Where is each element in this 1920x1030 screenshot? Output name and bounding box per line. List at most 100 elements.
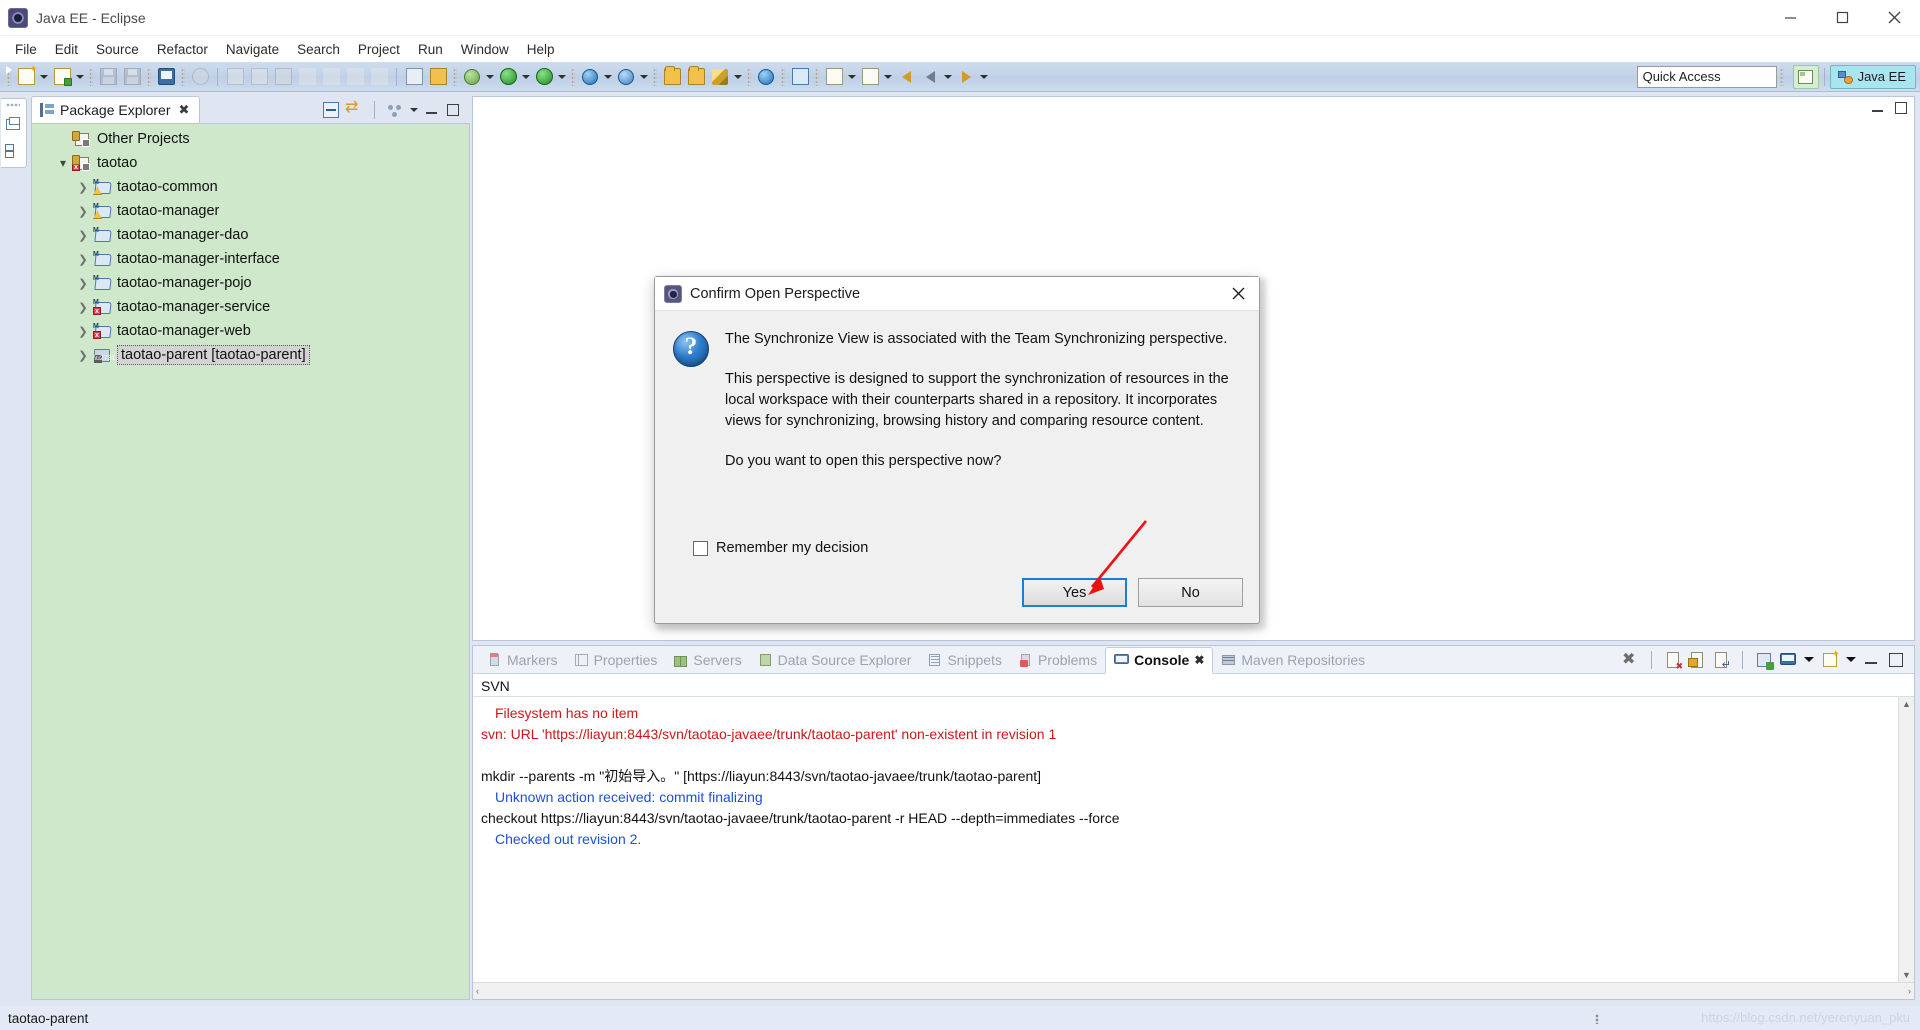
- restore-icon[interactable]: [5, 117, 21, 133]
- previous-annotation-arrow-icon[interactable]: [882, 66, 894, 88]
- toolbar-grip-7[interactable]: [653, 67, 657, 86]
- tab-properties[interactable]: Properties: [566, 646, 666, 673]
- twisty-icon[interactable]: [74, 271, 92, 295]
- new-web-project-arrow-icon[interactable]: [602, 66, 614, 88]
- tab-markers[interactable]: Markers: [479, 646, 566, 673]
- package-explorer-icon[interactable]: [5, 143, 21, 159]
- terminate-icon[interactable]: [272, 66, 294, 88]
- skip-breakpoints-icon[interactable]: [189, 66, 211, 88]
- menu-run[interactable]: Run: [409, 39, 452, 60]
- perspective-tab-java-ee[interactable]: Java EE: [1829, 64, 1916, 89]
- yes-button[interactable]: Yes: [1022, 578, 1127, 607]
- new-wizard-icon[interactable]: [15, 64, 38, 88]
- new-wizard-dropdown-arrow-icon[interactable]: [38, 66, 50, 88]
- minimize-icon[interactable]: [425, 103, 439, 117]
- menu-project[interactable]: Project: [349, 39, 409, 60]
- previous-annotation-icon[interactable]: [859, 66, 881, 88]
- twisty-icon[interactable]: [74, 319, 92, 343]
- tree-row[interactable]: M taotao-manager-dao: [32, 223, 469, 247]
- open-type-icon[interactable]: [661, 66, 683, 88]
- tree-row[interactable]: Other Projects: [32, 127, 469, 151]
- scroll-down-icon[interactable]: ▼: [1902, 970, 1911, 980]
- minimize-icon[interactable]: [1864, 652, 1880, 668]
- twisty-icon[interactable]: [74, 247, 92, 271]
- search-icon[interactable]: [709, 66, 731, 88]
- step-return-icon[interactable]: [368, 66, 390, 88]
- toolbar-grip-5[interactable]: [453, 67, 457, 86]
- maximize-icon[interactable]: [1888, 652, 1904, 668]
- collapse-all-icon[interactable]: [323, 101, 339, 118]
- scroll-up-icon[interactable]: ▲: [1902, 699, 1911, 709]
- no-button[interactable]: No: [1138, 578, 1243, 607]
- toolbar-grip-8[interactable]: [747, 67, 751, 86]
- forward-icon[interactable]: [955, 66, 977, 88]
- twisty-icon[interactable]: [74, 175, 92, 199]
- toolbar-grip-9[interactable]: [781, 67, 785, 86]
- forward-dropdown-arrow-icon[interactable]: [978, 66, 990, 88]
- view-menu-arrow-icon[interactable]: [410, 108, 418, 112]
- new-file-dropdown-arrow-icon[interactable]: [74, 66, 86, 88]
- tab-problems[interactable]: Problems: [1010, 646, 1105, 673]
- close-icon[interactable]: ✖: [179, 102, 190, 118]
- menu-file[interactable]: File: [6, 39, 46, 60]
- close-window-button[interactable]: [1868, 0, 1920, 36]
- toolbar-grip-10[interactable]: [815, 67, 819, 86]
- new-console-view-icon[interactable]: [1756, 652, 1774, 670]
- tree-row[interactable]: M taotao-manager-interface: [32, 247, 469, 271]
- project-tree[interactable]: Other Projects x taotao M taotao-common …: [31, 123, 470, 1000]
- console-output[interactable]: Filesystem has no item svn: URL 'https:/…: [473, 697, 1898, 982]
- close-icon[interactable]: ✖: [1194, 653, 1204, 667]
- tab-data-source-explorer[interactable]: Data Source Explorer: [750, 646, 920, 673]
- new-server-arrow-icon[interactable]: [638, 66, 650, 88]
- disconnect-icon[interactable]: [296, 66, 318, 88]
- tree-row[interactable]: Mx taotao-manager-web: [32, 319, 469, 343]
- run-server-icon[interactable]: [533, 66, 555, 88]
- menu-help[interactable]: Help: [518, 39, 564, 60]
- back-icon[interactable]: [895, 66, 917, 88]
- next-annotation-icon[interactable]: [823, 66, 845, 88]
- tree-row[interactable]: Mx taotao-manager-service: [32, 295, 469, 319]
- run-dropdown-arrow-icon[interactable]: [520, 66, 532, 88]
- search-dropdown-arrow-icon[interactable]: [732, 66, 744, 88]
- open-perspective-button[interactable]: [1792, 64, 1819, 89]
- tree-row[interactable]: M taotao-manager-pojo: [32, 271, 469, 295]
- save-icon[interactable]: [97, 66, 119, 88]
- remember-decision-checkbox[interactable]: [693, 540, 708, 556]
- open-web-browser-icon[interactable]: [755, 66, 777, 88]
- open-resource-icon[interactable]: [685, 66, 707, 88]
- step-over-icon[interactable]: [344, 66, 366, 88]
- menu-edit[interactable]: Edit: [46, 39, 87, 60]
- open-console-arrow-icon[interactable]: [1846, 657, 1856, 662]
- status-grip[interactable]: [1595, 1014, 1599, 1024]
- run-on-server-icon[interactable]: [789, 66, 811, 88]
- twisty-icon[interactable]: [74, 343, 92, 367]
- tab-console[interactable]: Console ✖: [1105, 646, 1214, 674]
- minimize-icon[interactable]: [1871, 101, 1885, 115]
- suspend-icon[interactable]: [248, 66, 270, 88]
- twisty-icon[interactable]: [74, 199, 92, 223]
- back-history-icon[interactable]: [919, 66, 941, 88]
- run-server-dropdown-arrow-icon[interactable]: [556, 66, 568, 88]
- menu-refactor[interactable]: Refactor: [148, 39, 217, 60]
- run-last-tool-icon[interactable]: [403, 66, 425, 88]
- twisty-icon[interactable]: [54, 151, 72, 175]
- view-menu-icon[interactable]: [387, 102, 403, 118]
- tab-package-explorer[interactable]: Package Explorer ✖: [31, 96, 201, 123]
- scroll-left-icon[interactable]: ‹: [476, 986, 479, 996]
- menu-source[interactable]: Source: [87, 39, 148, 60]
- twisty-icon[interactable]: [74, 295, 92, 319]
- scroll-right-icon[interactable]: ›: [1908, 986, 1911, 996]
- toolbar-grip-3[interactable]: [147, 67, 151, 86]
- toolbar-grip-6[interactable]: [571, 67, 575, 86]
- minimize-window-button[interactable]: [1764, 0, 1816, 36]
- debug-icon[interactable]: [461, 66, 483, 88]
- save-all-icon[interactable]: [121, 66, 143, 88]
- open-console-icon[interactable]: [1822, 649, 1840, 668]
- run-icon[interactable]: [497, 66, 519, 88]
- quick-access-input[interactable]: Quick Access: [1636, 65, 1777, 88]
- maximize-icon[interactable]: [446, 103, 460, 117]
- external-tools-icon[interactable]: [427, 66, 449, 88]
- link-with-editor-icon[interactable]: [345, 97, 362, 118]
- display-selected-console-icon[interactable]: [1780, 652, 1796, 668]
- new-server-icon[interactable]: [615, 66, 637, 88]
